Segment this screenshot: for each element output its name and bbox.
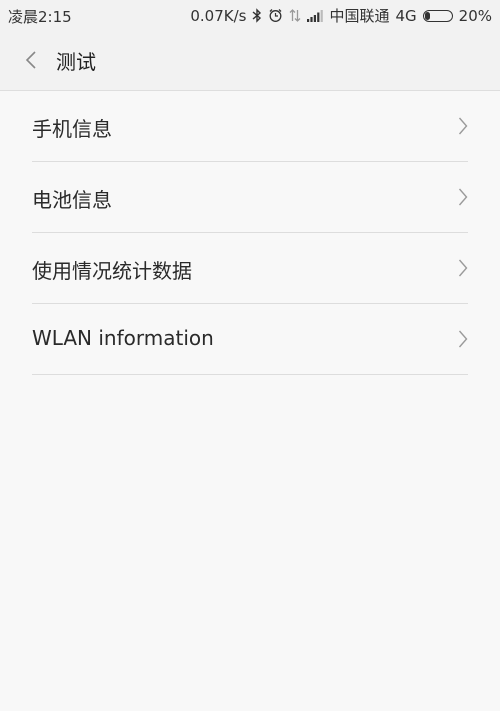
chevron-right-icon — [456, 328, 470, 350]
carrier-name: 中国联通 — [329, 7, 390, 25]
network-speed: 0.07K/s — [190, 6, 247, 25]
page-title: 测试 — [56, 50, 96, 74]
back-button[interactable] — [16, 44, 46, 76]
bluetooth-icon — [252, 8, 262, 23]
signal-strength-icon — [307, 9, 324, 22]
list-item-label: 手机信息 — [32, 117, 112, 141]
network-type: 4G — [395, 6, 417, 25]
battery-percent: 20% — [458, 6, 492, 25]
chevron-right-icon — [456, 115, 470, 137]
list-item-phone-info[interactable]: 手机信息 — [32, 91, 468, 162]
alarm-clock-icon — [268, 8, 283, 23]
app-header: 测试 — [0, 30, 500, 91]
list-item-battery-info[interactable]: 电池信息 — [32, 162, 468, 233]
list-item-label: 使用情况统计数据 — [32, 259, 192, 283]
battery-icon — [422, 9, 453, 22]
status-indicators: 0.07K/s 中国联通 4G 20% — [190, 5, 492, 26]
status-bar: 凌晨2:15 0.07K/s 中国联通 4G 20% — [0, 0, 500, 30]
chevron-right-icon — [456, 186, 470, 208]
data-transfer-icon — [289, 8, 301, 23]
list-item-label: 电池信息 — [32, 188, 112, 212]
list-item-label: WLAN information — [32, 326, 214, 350]
status-time: 凌晨2:15 — [8, 8, 72, 26]
list-item-usage-stats[interactable]: 使用情况统计数据 — [32, 233, 468, 304]
settings-list: 手机信息 电池信息 使用情况统计数据 WLAN information — [0, 91, 500, 375]
chevron-left-icon — [25, 51, 36, 69]
chevron-right-icon — [456, 257, 470, 279]
list-item-wlan-info[interactable]: WLAN information — [32, 304, 468, 375]
